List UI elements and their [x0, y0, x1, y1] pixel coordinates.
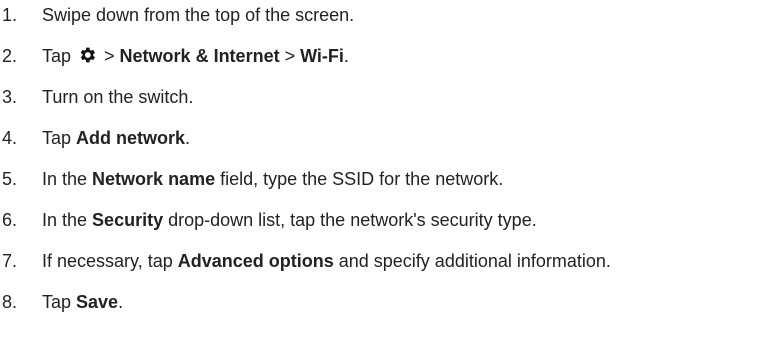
step-6: 6. In the Security drop-down list, tap t…	[0, 205, 537, 235]
step-8: 8. Tap Save.	[0, 287, 123, 317]
step-text: Turn on the switch.	[42, 86, 194, 107]
gear-icon	[77, 45, 97, 65]
step-number: 5.	[2, 168, 18, 189]
step-number: 2.	[2, 45, 18, 66]
step-text: In the Network name field, type the SSID…	[42, 168, 504, 189]
step-text: In the Security drop-down list, tap the …	[42, 209, 537, 230]
step-text: If necessary, tap Advanced options and s…	[42, 250, 611, 271]
step-number: 1.	[2, 4, 18, 25]
step-number: 6.	[2, 209, 18, 230]
step-text: Tap Save.	[42, 291, 124, 312]
step-text: Swipe down from the top of the screen.	[42, 4, 355, 25]
step-1: 1. Swipe down from the top of the screen…	[0, 0, 354, 30]
step-number: 3.	[2, 86, 18, 107]
step-3: 3. Turn on the switch.	[0, 82, 193, 112]
step-text: Tap Add network.	[42, 127, 191, 148]
step-number: 8.	[2, 291, 18, 312]
step-5: 5. In the Network name field, type the S…	[0, 164, 503, 194]
step-text: Tap > Network & Internet > Wi-Fi.	[42, 45, 349, 66]
step-2: 2. Tap > Network & Internet > Wi-Fi.	[0, 41, 349, 71]
step-4: 4. Tap Add network.	[0, 123, 190, 153]
step-7: 7. If necessary, tap Advanced options an…	[0, 246, 611, 276]
step-number: 7.	[2, 250, 18, 271]
step-number: 4.	[2, 127, 18, 148]
